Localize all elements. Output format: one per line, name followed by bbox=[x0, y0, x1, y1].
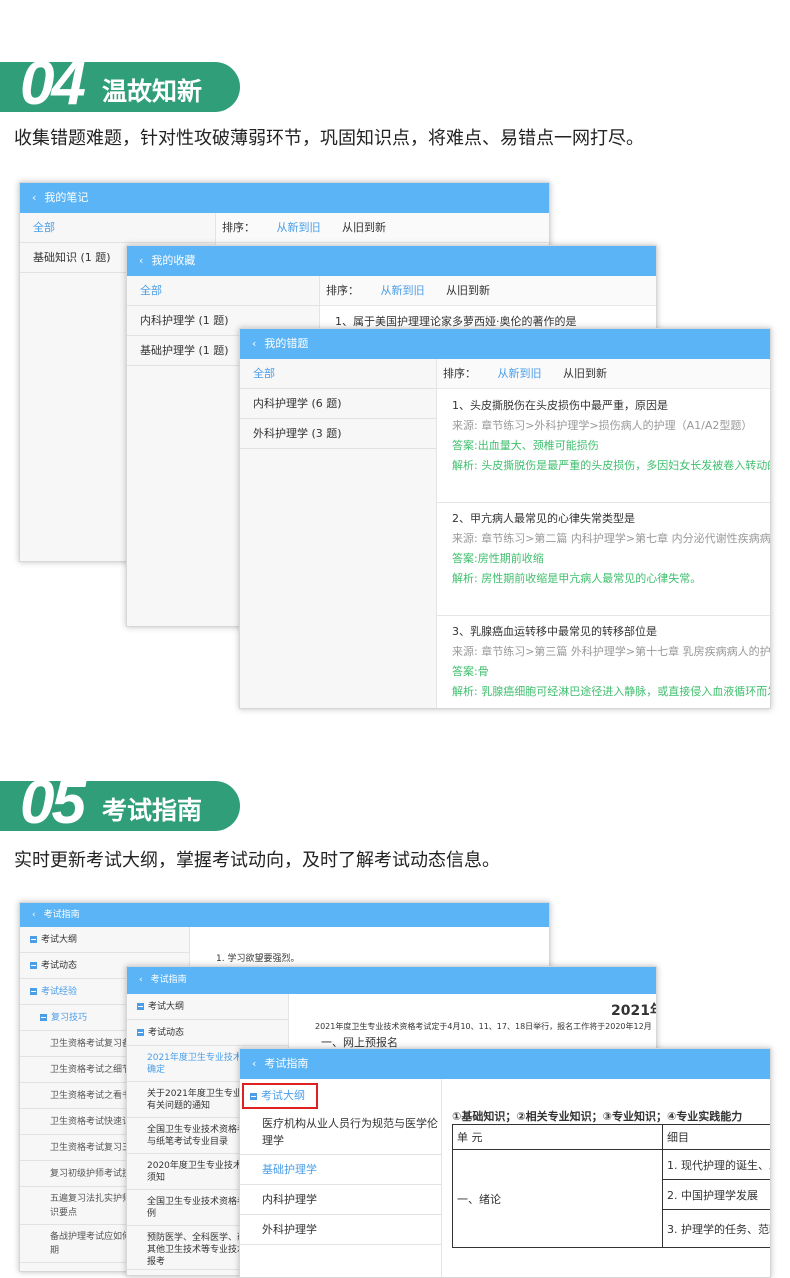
section-05-badge: 05 考试指南 bbox=[0, 768, 240, 837]
back-icon[interactable]: ‹ bbox=[32, 910, 36, 920]
back-icon[interactable]: ‹ bbox=[252, 337, 256, 350]
divider bbox=[437, 615, 770, 616]
sort-new-to-old[interactable]: 从新到旧 bbox=[277, 221, 321, 234]
sort-new-to-old[interactable]: 从新到旧 bbox=[498, 367, 542, 380]
question-title[interactable]: 1、头皮撕脱伤在头皮损伤中最严重，原因是 bbox=[452, 396, 668, 416]
section-title: 温故知新 bbox=[102, 77, 203, 106]
guide-side-news[interactable]: 考试动态 bbox=[127, 1020, 288, 1046]
detail-cell: 2. 中国护理学发展 bbox=[662, 1179, 770, 1210]
subject-item[interactable]: 医疗机构从业人员行为规范与医学伦 理学 bbox=[240, 1109, 441, 1155]
fav-side-all[interactable]: 全部 bbox=[127, 276, 319, 306]
sort-old-to-new[interactable]: 从旧到新 bbox=[342, 221, 386, 234]
favorites-header-title: 我的收藏 bbox=[151, 254, 196, 267]
favorites-sort-bar: 排序： 从新到旧 从旧到新 bbox=[320, 276, 656, 306]
back-icon[interactable]: ‹ bbox=[139, 975, 143, 985]
notes-sort-bar: 排序： 从新到旧 从旧到新 bbox=[216, 213, 549, 243]
wrong-questions-panel: ‹ 我的错题 全部 内科护理学 (6 题) 外科护理学 (3 题) 排序： 从新到… bbox=[239, 328, 771, 709]
section-04-badge: 04 温故知新 bbox=[0, 49, 240, 118]
section-04-description: 收集错题难题，针对性攻破薄弱环节，巩固知识点，将难点、易错点一网打尽。 bbox=[14, 128, 644, 149]
sort-new-to-old[interactable]: 从新到旧 bbox=[381, 284, 425, 297]
wrong-header-title: 我的错题 bbox=[264, 337, 309, 350]
guide-panel-3: ‹ 考试指南 考试大纲 医疗机构从业人员行为规范与医学伦 理学 基础护理学 内科护理… bbox=[239, 1048, 771, 1278]
section-number: 05 bbox=[20, 768, 86, 837]
favorites-header[interactable]: ‹ 我的收藏 bbox=[127, 246, 656, 276]
wrong-side-all[interactable]: 全部 bbox=[240, 359, 436, 389]
collapse-icon[interactable] bbox=[40, 1014, 47, 1021]
divider bbox=[437, 502, 770, 503]
section-number: 04 bbox=[20, 49, 86, 118]
section-05-description: 实时更新考试大纲，掌握考试动向，及时了解考试动态信息。 bbox=[14, 850, 500, 871]
expand-icon[interactable] bbox=[30, 936, 37, 943]
wrong-side-item[interactable]: 外科护理学 (3 题) bbox=[240, 419, 436, 449]
guide-side-outline[interactable]: 考试大纲 bbox=[127, 994, 288, 1020]
question-analysis: 解析: 头皮撕脱伤是最严重的头皮损伤，多因妇女长发被卷入转动的机 bbox=[452, 459, 771, 472]
guide-header-title: 考试指南 bbox=[264, 1057, 309, 1070]
outline-table: 单 元细目 一、绪论 1. 现代护理的诞生、发 2. 中国护理学发展 3. 护理学… bbox=[452, 1124, 770, 1248]
wrong-sidebar: 全部 内科护理学 (6 题) 外科护理学 (3 题) bbox=[240, 359, 437, 708]
subject-item[interactable]: 内科护理学 bbox=[240, 1185, 441, 1215]
expand-icon[interactable] bbox=[137, 1003, 144, 1010]
guide-side-outline[interactable]: 考试大纲 bbox=[20, 927, 189, 953]
notes-side-all[interactable]: 全部 bbox=[20, 213, 215, 243]
sort-label: 排序： bbox=[222, 221, 255, 234]
expand-icon[interactable] bbox=[30, 962, 37, 969]
collapse-icon[interactable] bbox=[250, 1092, 257, 1100]
question-answer: 答案:房性期前收缩 bbox=[452, 552, 544, 565]
question-title[interactable]: 2、甲亢病人最常见的心律失常类型是 bbox=[452, 509, 635, 529]
guide-header[interactable]: ‹ 考试指南 bbox=[20, 903, 549, 927]
guide-sidebar: 考试大纲 医疗机构从业人员行为规范与医学伦 理学 基础护理学 内科护理学 外科护理… bbox=[240, 1079, 442, 1277]
sort-old-to-new[interactable]: 从旧到新 bbox=[446, 284, 490, 297]
wrong-sort-bar: 排序： 从新到旧 从旧到新 bbox=[437, 359, 770, 389]
subject-item[interactable]: 基础护理学 bbox=[240, 1155, 441, 1185]
collapse-icon[interactable] bbox=[30, 988, 37, 995]
col-detail: 细目 bbox=[662, 1124, 770, 1150]
guide-header-title: 考试指南 bbox=[150, 975, 187, 985]
back-icon[interactable]: ‹ bbox=[139, 254, 143, 267]
guide-header[interactable]: ‹ 考试指南 bbox=[127, 967, 656, 994]
question-source: 来源: 章节练习>第二篇 内科护理学>第七章 内分泌代谢性疾病病人的护 bbox=[452, 532, 771, 545]
question-source: 来源: 章节练习>第三篇 外科护理学>第十七章 乳房疾病病人的护理> bbox=[452, 645, 771, 658]
notes-header-title: 我的笔记 bbox=[44, 191, 89, 204]
guide-header-title: 考试指南 bbox=[43, 910, 80, 920]
wrong-header[interactable]: ‹ 我的错题 bbox=[240, 329, 770, 359]
subject-item[interactable]: 外科护理学 bbox=[240, 1215, 441, 1245]
question-title[interactable]: 3、乳腺癌血运转移中最常见的转移部位是 bbox=[452, 622, 657, 642]
guide-header[interactable]: ‹ 考试指南 bbox=[240, 1049, 770, 1079]
col-unit: 单 元 bbox=[452, 1124, 663, 1150]
detail-cell: 1. 现代护理的诞生、发 bbox=[662, 1149, 770, 1180]
question-analysis: 解析: 乳腺癌细胞可经淋巴途径进入静脉，或直接侵入血液循环而发生 bbox=[452, 685, 771, 698]
sort-old-to-new[interactable]: 从旧到新 bbox=[563, 367, 607, 380]
question-answer: 答案:出血量大、颈椎可能损伤 bbox=[452, 439, 599, 452]
back-icon[interactable]: ‹ bbox=[252, 1057, 256, 1070]
guide-side-outline[interactable]: 考试大纲 bbox=[242, 1083, 318, 1109]
question-analysis: 解析: 房性期前收缩是甲亢病人最常见的心律失常。 bbox=[452, 572, 702, 585]
wrong-side-item[interactable]: 内科护理学 (6 题) bbox=[240, 389, 436, 419]
question-answer: 答案:骨 bbox=[452, 665, 489, 678]
detail-cell: 3. 护理学的任务、范畴 bbox=[662, 1209, 770, 1248]
question-source: 来源: 章节练习>外科护理学>损伤病人的护理（A1/A2型题） bbox=[452, 419, 753, 432]
unit-cell: 一、绪论 bbox=[452, 1149, 663, 1248]
back-icon[interactable]: ‹ bbox=[32, 191, 36, 204]
sort-label: 排序： bbox=[443, 367, 476, 380]
notes-header[interactable]: ‹ 我的笔记 bbox=[20, 183, 549, 213]
collapse-icon[interactable] bbox=[137, 1029, 144, 1036]
section-title: 考试指南 bbox=[102, 796, 203, 825]
sort-label: 排序： bbox=[326, 284, 359, 297]
